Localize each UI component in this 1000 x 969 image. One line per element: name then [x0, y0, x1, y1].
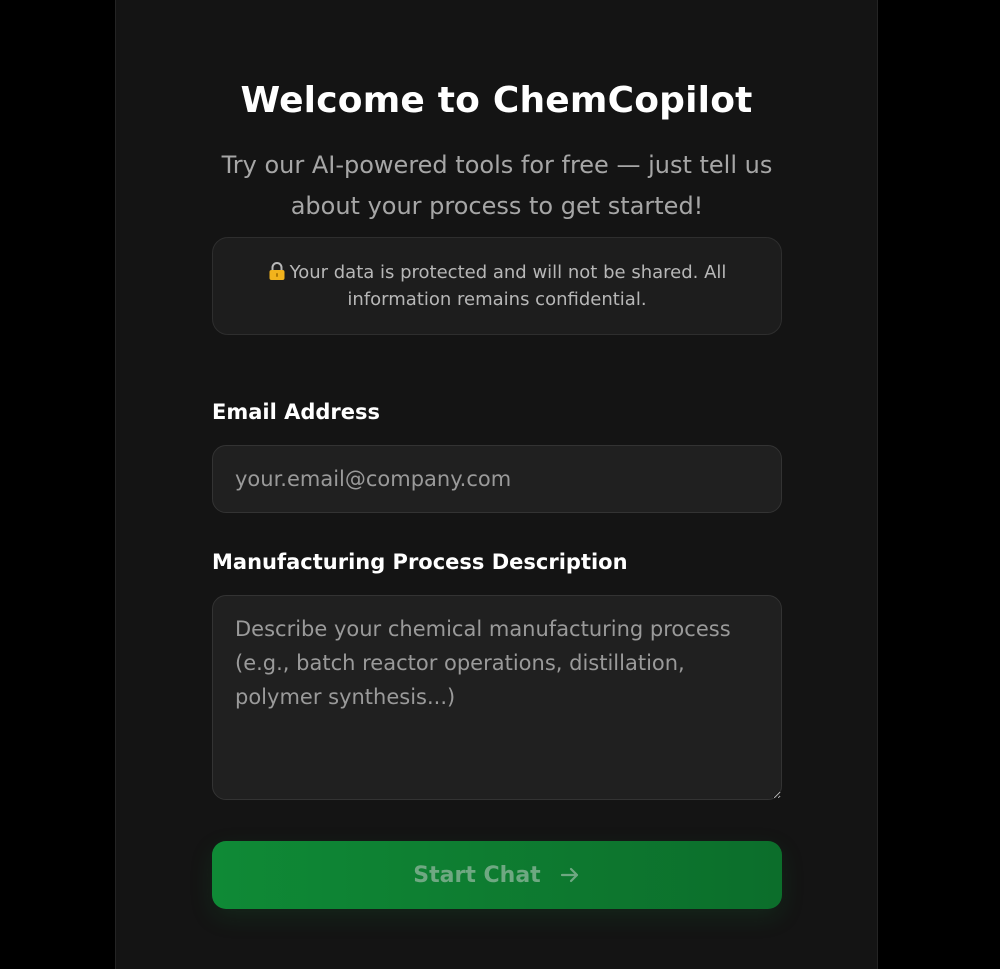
- page-subtitle: Try our AI-powered tools for free — just…: [221, 151, 773, 220]
- email-field[interactable]: [212, 445, 782, 513]
- page-title: Welcome to ChemCopilot: [240, 80, 753, 121]
- privacy-notice: Your data is protected and will not be s…: [212, 237, 782, 335]
- privacy-notice-text: Your data is protected and will not be s…: [257, 259, 737, 313]
- email-label: Email Address: [212, 400, 381, 424]
- arrow-right-icon: [560, 867, 578, 883]
- lock-icon: [269, 262, 285, 280]
- privacy-notice-message: Your data is protected and will not be s…: [289, 262, 727, 310]
- start-chat-button[interactable]: Start Chat: [212, 841, 782, 909]
- signup-panel: Welcome to ChemCopilot Try our AI-powere…: [115, 0, 878, 969]
- start-chat-label: Start Chat: [413, 862, 541, 888]
- process-description-textarea[interactable]: [212, 595, 782, 800]
- description-label: Manufacturing Process Description: [212, 550, 628, 574]
